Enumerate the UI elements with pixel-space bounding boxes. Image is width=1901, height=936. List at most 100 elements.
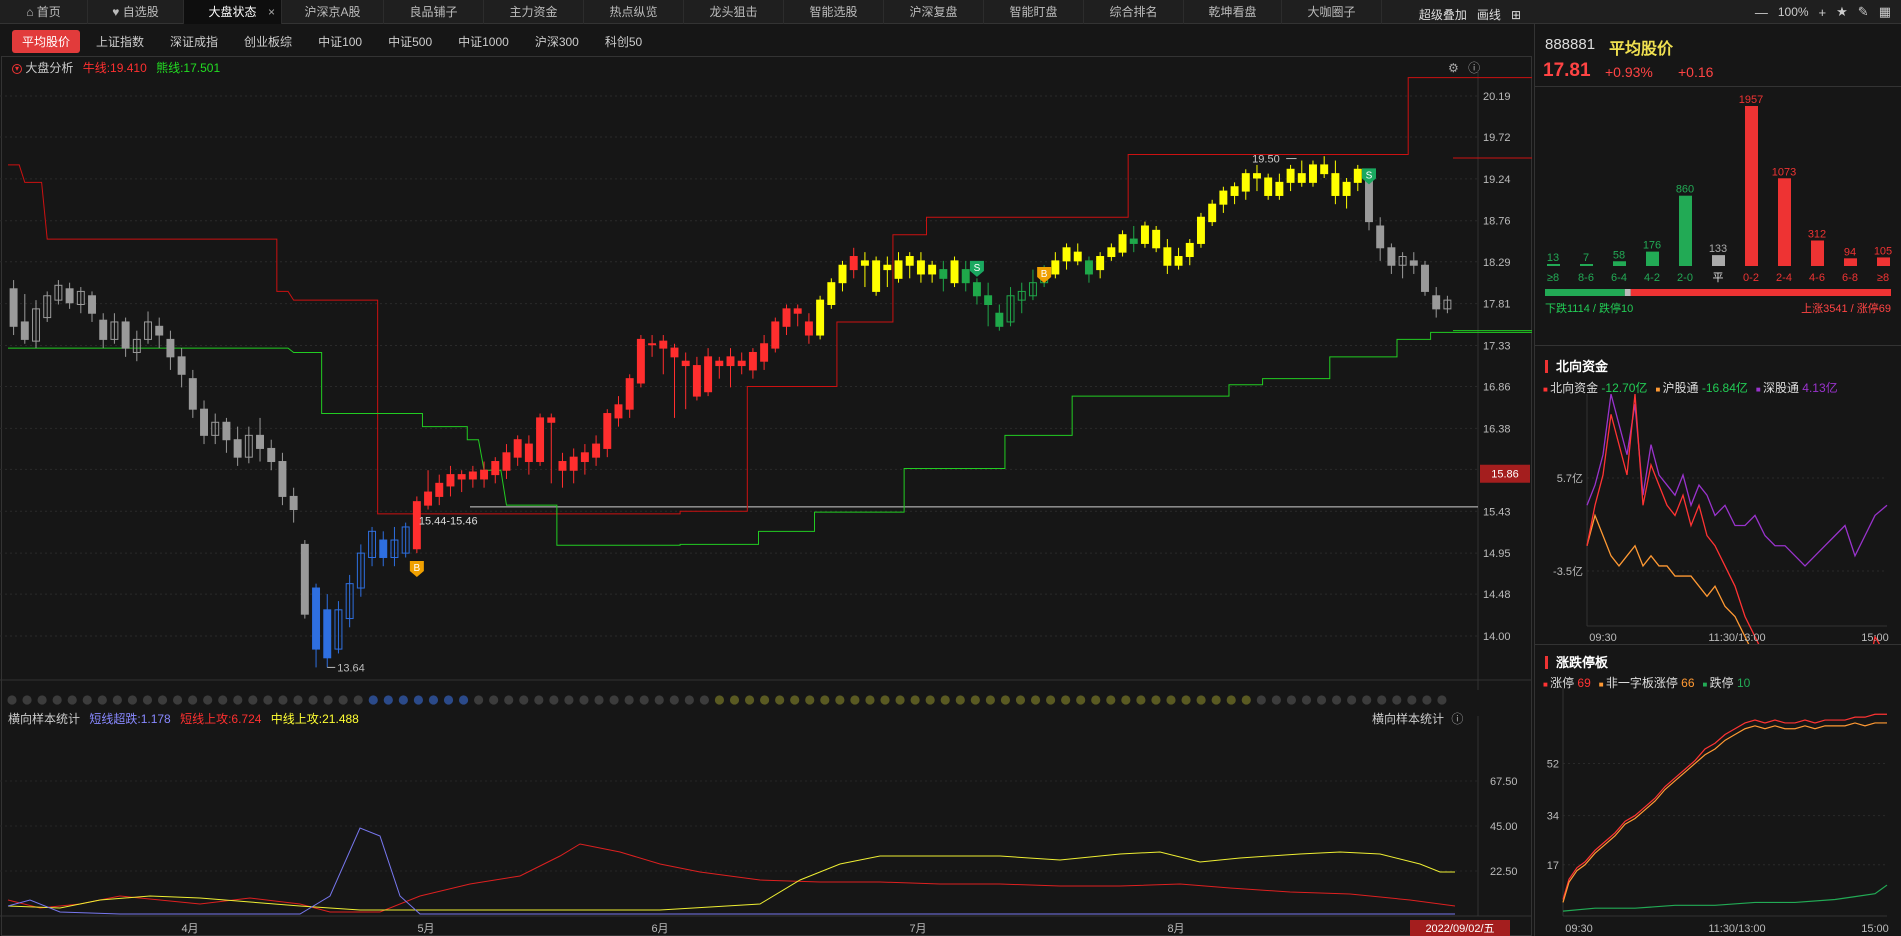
candle [1219,190,1228,205]
dist-bar [1712,255,1725,266]
y-tick-label: 16.38 [1483,423,1511,435]
signal-dot [1377,695,1387,705]
dist-bar-value: 94 [1844,246,1856,258]
layout-icon[interactable]: ⊞ [1511,8,1521,22]
signal-dot [112,695,122,705]
stock-price: 17.81 [1543,60,1591,81]
star-icon[interactable]: ★ [1836,4,1848,20]
candle [278,461,287,497]
signal-dot [684,695,694,705]
zoom-in-icon[interactable]: + [1819,5,1827,20]
rise-fall-distribution-chart[interactable]: 13 ≥8 7 8-6 58 6-4 176 4-2 860 2-0 133 平 1957 0-2 1073… [1535,80,1901,370]
candle [200,408,208,436]
top-tab-8[interactable]: 智能选股 [784,0,884,24]
minimize-icon[interactable]: — [1755,5,1768,20]
signal-dot [1362,695,1372,705]
index-tab-8[interactable]: 科创50 [595,30,652,53]
signal-dot [1121,695,1131,705]
candle [816,299,825,336]
candle [1084,260,1093,275]
candle [648,343,657,346]
signal-dot [729,695,740,705]
candle [793,308,802,314]
legend-name: 沪股通 [1662,381,1702,395]
legend-item: ■ 沪股通 -16.84亿 [1655,381,1747,395]
candle [849,256,858,271]
candle [121,321,130,349]
top-tab-3[interactable]: 沪深京A股 [282,0,384,24]
top-tab-label: 沪深京A股 [304,5,361,19]
top-tab-6[interactable]: 热点纵览 [584,0,684,24]
signal-dot [880,695,890,705]
top-tab-5[interactable]: 主力资金 [484,0,584,24]
top-tab-4[interactable]: 良品铺子 [384,0,484,24]
signal-dot [383,695,393,705]
signal-dot [263,695,273,705]
short-attack-line [7,843,1456,913]
x-tick-label: 09:30 [1565,923,1593,935]
index-tab-3[interactable]: 创业板综 [234,30,302,53]
signal-dot [820,695,830,705]
top-tab-1[interactable]: ♥ 自选股 [88,0,184,24]
top-tab-2[interactable]: 大盘状态 × [184,0,282,24]
index-tab-5[interactable]: 中证500 [378,30,442,53]
candle [1062,247,1071,262]
top-tab-7[interactable]: 龙头狙击 [684,0,784,24]
signal-dot [519,695,529,705]
non-one-word-limit-up-line [1562,722,1887,903]
candlestick-chart[interactable]: 20.19 19.72 19.24 18.76 18.29 17.81 17.33 16.86… [0,70,1532,710]
index-tab-7[interactable]: 沪深300 [525,30,589,53]
top-tab-9[interactable]: 沪深复盘 [884,0,984,24]
candle [424,491,433,506]
legend-name: 深股通 [1762,381,1803,395]
close-icon[interactable]: × [268,0,275,24]
dist-bar-value: 7 [1583,252,1589,264]
signal-dot [1030,695,1041,705]
window-controls: — 100% + ★ ✎ ▦ [1755,0,1901,24]
signal-dot [1226,695,1236,705]
edit-icon[interactable]: ✎ [1858,4,1869,20]
top-tab-label: 主力资金 [509,5,558,19]
signal-dot [534,695,544,705]
sub-indicator-chart[interactable]: 67.50 45.00 22.50 4月 5月 6月 7月 8月 2022/09/02/五 [0,716,1532,936]
index-tab-0[interactable]: 平均股价 [12,29,81,53]
legend-dot-icon: ■ [1655,385,1663,394]
top-tab-0[interactable]: ⌂ 首页 [0,0,88,24]
signal-dot [895,695,905,705]
candle [883,264,892,271]
index-tab-4[interactable]: 中证100 [308,30,372,53]
draw-line-button[interactable]: 画线 [1477,6,1501,23]
candle [1230,186,1239,196]
candle [558,461,567,471]
legend-value: -16.84亿 [1701,381,1748,395]
top-tab-11[interactable]: 综合排名 [1084,0,1184,24]
price-tag-label: 15.86 [1491,469,1519,481]
signal-dot [1196,695,1206,705]
signal-dot [308,695,318,705]
limit-board-chart[interactable]: 52 34 17 09:30 11:30/13:00 15:00 [1535,688,1901,936]
candle [804,321,813,336]
candle [1208,203,1217,223]
legend-item: ■ 北向资金 -12.70亿 [1543,381,1647,395]
candle [177,356,186,375]
dist-bar-value: 176 [1643,240,1661,252]
signal-dot [760,695,770,705]
signal-dot [413,695,424,705]
candle [715,360,724,367]
top-tab-12[interactable]: 乾坤看盘 [1184,0,1282,24]
index-tab-2[interactable]: 深证成指 [160,30,228,53]
y-tick-label: 34 [1547,811,1559,823]
top-tab-10[interactable]: 智能盯盘 [984,0,1084,24]
stock-code: 888881 [1545,36,1596,53]
index-tab-1[interactable]: 上证指数 [86,30,154,53]
signal-dot [1407,695,1417,705]
index-tab-6[interactable]: 中证1000 [448,30,519,53]
candle [1152,229,1161,249]
index-tab-bar: 平均股价 上证指数 深证成指 创业板综 中证100 中证500 中证1000 沪深300 科创5… [0,26,1532,56]
signal-label: S [974,263,981,274]
northbound-flow-chart[interactable]: 5.7亿-3.5亿-12.7亿09:3011:30/13:0015:00 [1535,394,1901,644]
overlay-button[interactable]: 超级叠加 [1419,6,1467,23]
top-tab-13[interactable]: 大咖圈子 [1282,0,1382,24]
grid-icon[interactable]: ▦ [1879,4,1891,20]
zoom-level[interactable]: 100% [1778,5,1809,19]
